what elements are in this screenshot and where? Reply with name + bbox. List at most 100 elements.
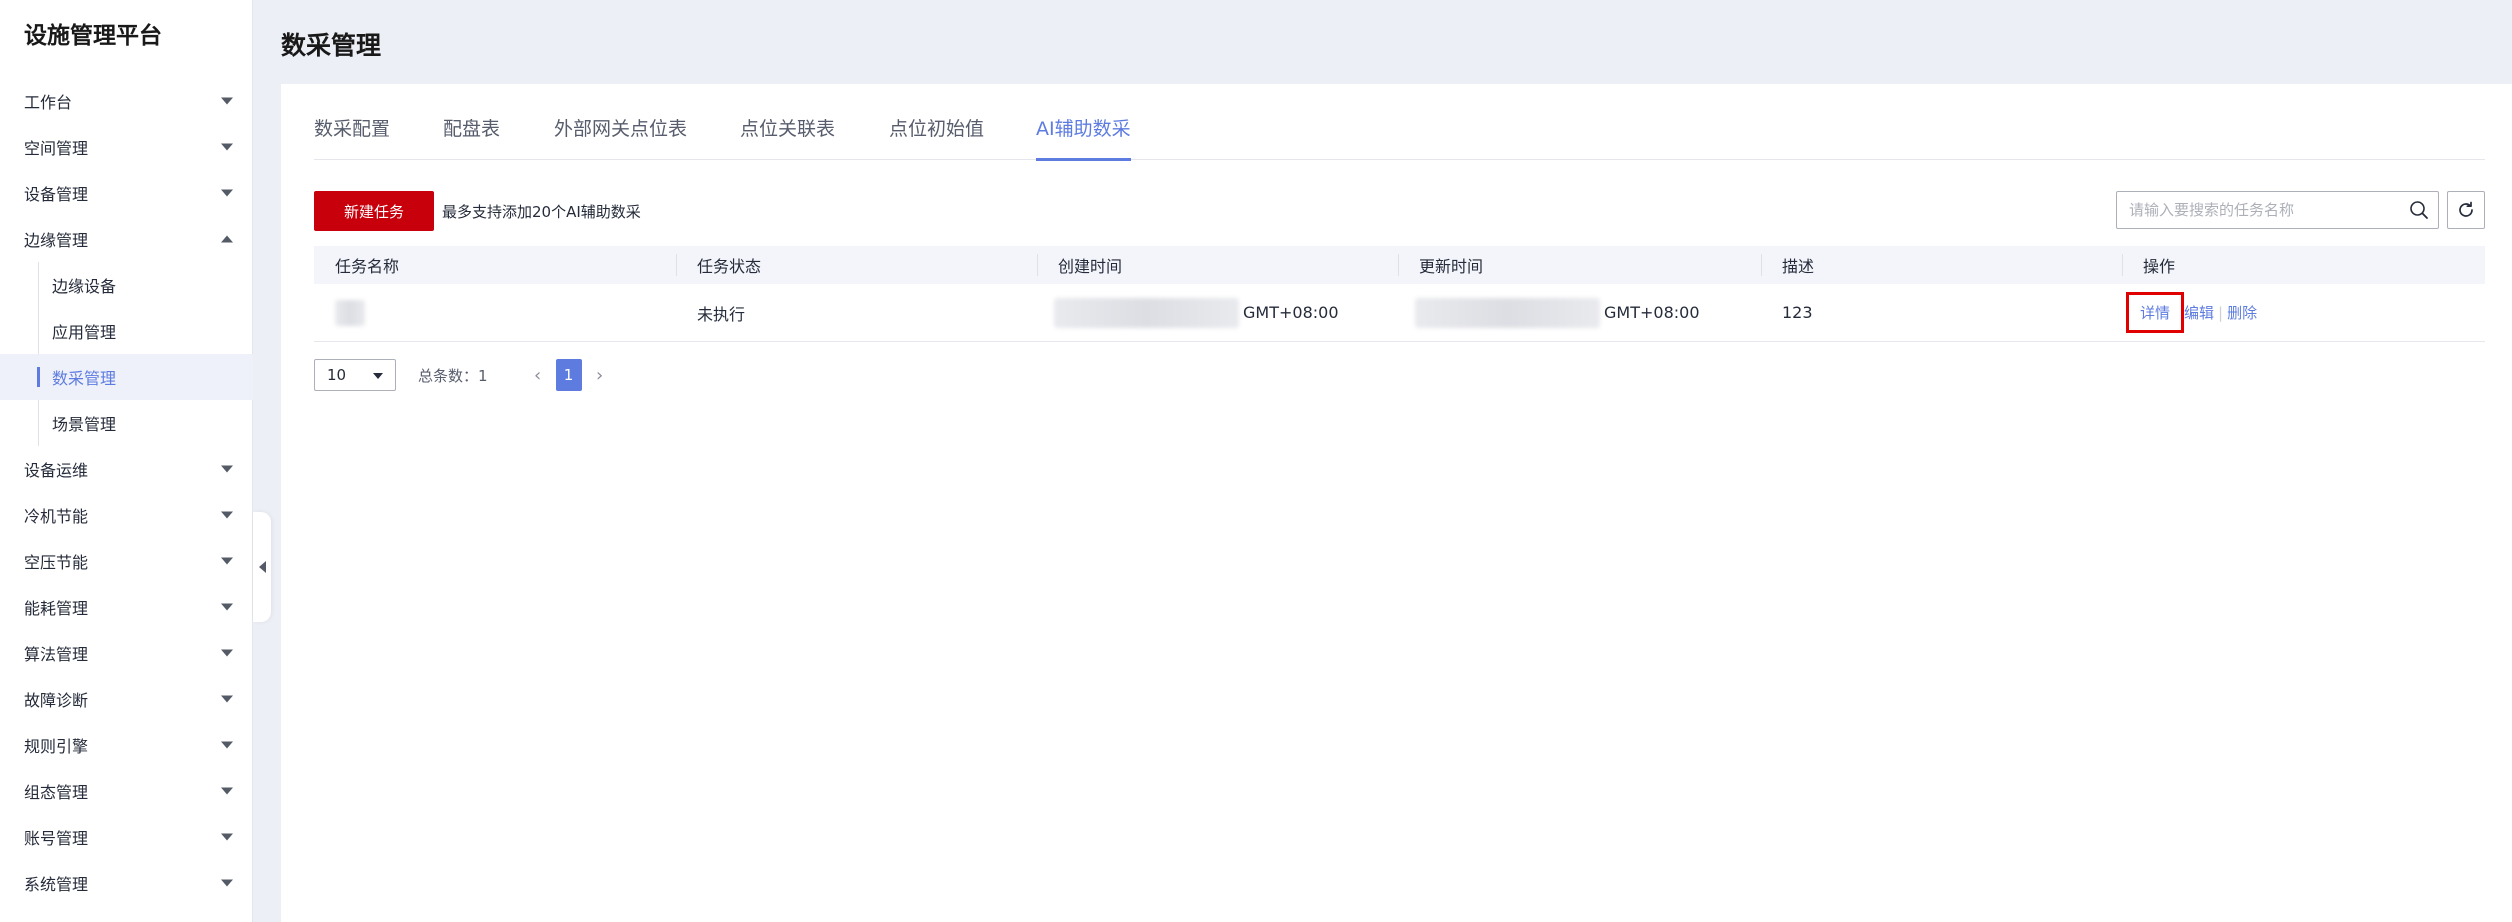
sidebar-item-label: 空间管理 — [24, 139, 89, 158]
redacted-task-name — [335, 299, 365, 326]
actions-cell: 详情 编辑 | 删除 — [2126, 284, 2257, 341]
page-size-value: 10 — [327, 366, 347, 384]
sidebar-item-label: 数采管理 — [52, 369, 117, 388]
header-actions: 操作 — [2121, 246, 2175, 284]
sidebar-item-label: 能耗管理 — [24, 599, 89, 618]
sidebar-item-system[interactable]: 系统管理 — [0, 860, 253, 906]
sidebar: 设施管理平台 工作台 空间管理 设备管理 边缘管理 边缘设备 应用管理 数采管理 — [0, 0, 253, 922]
redacted-updated-time — [1415, 297, 1600, 328]
created-time-cell: GMT+08:00 — [1054, 284, 1339, 341]
sidebar-item-label: 算法管理 — [24, 645, 89, 664]
sidebar-item-label: 规则引擎 — [24, 737, 89, 756]
header-updated-time: 更新时间 — [1397, 246, 1483, 284]
sidebar-item-edge-device[interactable]: 边缘设备 — [0, 262, 253, 308]
chevron-down-icon — [221, 879, 233, 887]
header-description: 描述 — [1760, 246, 1814, 284]
limit-tip: 最多支持添加20个AI辅助数采 — [442, 203, 641, 221]
page-number-current[interactable]: 1 — [555, 359, 582, 391]
sidebar-item-edge[interactable]: 边缘管理 — [0, 216, 253, 262]
description-cell: 123 — [1782, 303, 1813, 322]
updated-timezone: GMT+08:00 — [1604, 303, 1700, 322]
edge-submenu: 边缘设备 应用管理 数采管理 场景管理 — [0, 262, 253, 446]
redacted-created-time — [1054, 297, 1239, 328]
sidebar-item-label: 设备管理 — [24, 185, 89, 204]
chevron-down-icon — [221, 557, 233, 565]
sidebar-item-app-management[interactable]: 应用管理 — [0, 308, 253, 354]
prev-page-button[interactable]: ‹ — [526, 359, 550, 391]
sidebar-item-label: 空压节能 — [24, 553, 89, 572]
sidebar-item-chiller[interactable]: 冷机节能 — [0, 492, 253, 538]
header-created-time: 创建时间 — [1036, 246, 1122, 284]
sidebar-menu: 工作台 空间管理 设备管理 边缘管理 边缘设备 应用管理 数采管理 场景管理 设… — [0, 78, 253, 906]
sidebar-collapse-handle[interactable] — [253, 512, 271, 622]
table-row: 未执行 GMT+08:00 GMT+08:00 123 详情 编辑 | 删除 — [314, 284, 2485, 342]
search-icon[interactable] — [2409, 200, 2429, 220]
sidebar-item-label: 设备运维 — [24, 461, 89, 480]
sidebar-item-data-collection[interactable]: 数采管理 — [0, 354, 253, 400]
sidebar-item-workbench[interactable]: 工作台 — [0, 78, 253, 124]
total-count: 总条数：1 — [418, 366, 488, 385]
chevron-down-icon — [221, 787, 233, 795]
header-task-status: 任务状态 — [675, 246, 761, 284]
tab-bar: 数采配置 配盘表 外部网关点位表 点位关联表 点位初始值 AI辅助数采 — [314, 84, 2485, 161]
page-title: 数采管理 — [281, 31, 382, 60]
brand-title: 设施管理平台 — [24, 23, 162, 49]
chevron-down-icon — [221, 833, 233, 841]
chevron-down-icon — [221, 465, 233, 473]
caret-down-icon — [373, 373, 383, 379]
sidebar-item-algorithm[interactable]: 算法管理 — [0, 630, 253, 676]
tab-panel-table[interactable]: 配盘表 — [443, 114, 500, 160]
sidebar-item-space[interactable]: 空间管理 — [0, 124, 253, 170]
task-table: 任务名称 任务状态 创建时间 更新时间 描述 操作 未执行 GMT+08:00 … — [314, 246, 2485, 342]
main-card: 数采配置 配盘表 外部网关点位表 点位关联表 点位初始值 AI辅助数采 新建任务… — [281, 84, 2512, 922]
collapse-left-icon — [258, 561, 266, 573]
sidebar-item-account[interactable]: 账号管理 — [0, 814, 253, 860]
sidebar-item-label: 冷机节能 — [24, 507, 89, 526]
tab-data-config[interactable]: 数采配置 — [314, 114, 390, 160]
sidebar-item-ops[interactable]: 设备运维 — [0, 446, 253, 492]
sidebar-item-air-compressor[interactable]: 空压节能 — [0, 538, 253, 584]
tab-ai-assist[interactable]: AI辅助数采 — [1036, 114, 1131, 161]
next-page-button[interactable]: › — [588, 359, 612, 391]
tab-external-gateway[interactable]: 外部网关点位表 — [554, 114, 687, 160]
sidebar-item-label: 组态管理 — [24, 783, 89, 802]
sidebar-item-label: 边缘管理 — [24, 231, 89, 250]
sidebar-item-label: 边缘设备 — [52, 277, 117, 296]
chevron-down-icon — [221, 97, 233, 105]
edit-link[interactable]: 编辑 — [2184, 302, 2214, 323]
refresh-button[interactable] — [2447, 191, 2485, 229]
tab-point-initial[interactable]: 点位初始值 — [889, 114, 984, 160]
header-task-name: 任务名称 — [335, 257, 400, 276]
chevron-down-icon — [221, 649, 233, 657]
toolbar: 新建任务 最多支持添加20个AI辅助数采 — [314, 191, 2485, 231]
refresh-icon — [2459, 201, 2473, 217]
search-input[interactable] — [2129, 192, 2399, 228]
sidebar-item-device[interactable]: 设备管理 — [0, 170, 253, 216]
sidebar-item-label: 账号管理 — [24, 829, 89, 848]
delete-link[interactable]: 删除 — [2227, 302, 2257, 323]
updated-time-cell: GMT+08:00 — [1415, 284, 1700, 341]
sidebar-item-fault[interactable]: 故障诊断 — [0, 676, 253, 722]
chevron-down-icon — [221, 695, 233, 703]
sidebar-item-label: 系统管理 — [24, 875, 89, 894]
chevron-down-icon — [221, 741, 233, 749]
chevron-down-icon — [221, 189, 233, 197]
sidebar-item-rules[interactable]: 规则引擎 — [0, 722, 253, 768]
sidebar-item-label: 工作台 — [24, 93, 73, 112]
tab-point-relation[interactable]: 点位关联表 — [740, 114, 835, 160]
sidebar-item-label: 场景管理 — [52, 415, 117, 434]
detail-link[interactable]: 详情 — [2126, 292, 2185, 333]
sidebar-item-scene[interactable]: 场景管理 — [0, 400, 253, 446]
task-name-cell — [335, 284, 365, 341]
pagination: 10 总条数：1 ‹ 1 › — [314, 358, 612, 392]
sidebar-item-label: 应用管理 — [52, 323, 117, 342]
chevron-down-icon — [221, 603, 233, 611]
sidebar-item-config[interactable]: 组态管理 — [0, 768, 253, 814]
sidebar-item-energy[interactable]: 能耗管理 — [0, 584, 253, 630]
chevron-up-icon — [221, 235, 233, 243]
new-task-button[interactable]: 新建任务 — [314, 191, 434, 231]
search-box — [2116, 191, 2439, 229]
created-timezone: GMT+08:00 — [1243, 303, 1339, 322]
sidebar-item-label: 故障诊断 — [24, 691, 89, 710]
page-size-select[interactable]: 10 — [314, 359, 396, 391]
